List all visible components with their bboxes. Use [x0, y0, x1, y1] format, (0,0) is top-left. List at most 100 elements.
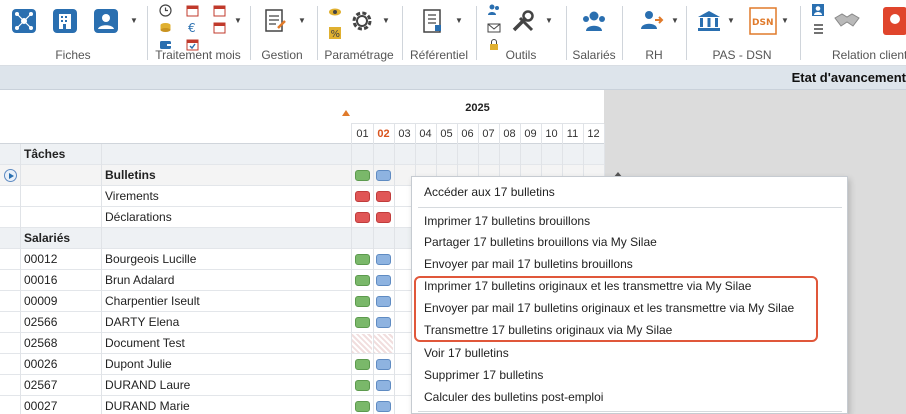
chevron-down-icon[interactable]: ▼ [234, 17, 242, 25]
section-tasks[interactable]: Tâches [0, 144, 604, 165]
eye-icon[interactable] [328, 5, 342, 19]
menu-item-acceder[interactable]: Accéder aux 17 bulletins [424, 182, 555, 202]
status-badge[interactable] [376, 380, 391, 391]
sort-arrow-icon[interactable] [342, 110, 350, 116]
document-edit-icon[interactable] [261, 7, 289, 35]
list-icon[interactable] [811, 22, 825, 36]
status-badge[interactable] [355, 254, 370, 265]
status-badge[interactable] [376, 275, 391, 286]
calendar-icon[interactable] [212, 3, 226, 17]
status-badge[interactable] [376, 296, 391, 307]
menu-item-imprimer-brouillons[interactable]: Imprimer 17 bulletins brouillons [424, 211, 590, 231]
ribbon-group-parametrage: % ▼ Paramétrage [318, 0, 400, 66]
month-header[interactable]: 10 [541, 124, 562, 144]
menu-item-voir[interactable]: Voir 17 bulletins [424, 343, 509, 363]
chevron-down-icon[interactable]: ▼ [298, 17, 306, 25]
chevron-down-icon[interactable]: ▼ [455, 17, 463, 25]
status-badge[interactable] [355, 401, 370, 412]
status-badge[interactable] [376, 317, 391, 328]
month-header[interactable]: 07 [478, 124, 499, 144]
ribbon-group-outils: ▼ Outils [477, 0, 565, 66]
ribbon-group-label: Fiches [55, 48, 91, 62]
grid-header: 2025 01 02 03 04 05 06 07 08 09 10 11 12 [0, 90, 604, 144]
status-badge[interactable] [355, 212, 370, 223]
ribbon-group-referentiel: ▼ Référentiel [403, 0, 475, 66]
month-header[interactable]: 12 [583, 124, 604, 144]
people-icon[interactable] [487, 3, 501, 17]
month-header[interactable]: 02 [373, 124, 394, 144]
page-title-bar: Etat d'avancement [0, 66, 906, 90]
grid-line [101, 144, 102, 414]
status-badge[interactable] [376, 359, 391, 370]
status-badge[interactable] [355, 296, 370, 307]
person-transfer-icon[interactable] [637, 7, 665, 35]
chevron-down-icon[interactable]: ▼ [130, 17, 138, 25]
contact-card-icon[interactable] [811, 3, 825, 17]
month-header[interactable]: 08 [499, 124, 520, 144]
month-header[interactable]: 09 [520, 124, 541, 144]
menu-item-partager-brouillons[interactable]: Partager 17 bulletins brouillons via My … [424, 232, 657, 252]
chevron-down-icon[interactable]: ▼ [727, 17, 735, 25]
employee-card-icon[interactable] [92, 7, 120, 35]
dsn-badge-text: DSN [752, 18, 774, 28]
menu-item-supprimer[interactable]: Supprimer 17 bulletins [424, 365, 543, 385]
network-icon[interactable] [10, 7, 38, 35]
app-logo-icon[interactable] [883, 7, 906, 35]
ribbon-group-relation-client: Relation client [801, 0, 906, 66]
status-badge[interactable] [355, 170, 370, 181]
chevron-down-icon[interactable]: ▼ [671, 17, 679, 25]
status-badge[interactable] [376, 212, 391, 223]
employee-name: DURAND Marie [105, 399, 190, 413]
bank-icon[interactable] [695, 7, 723, 35]
employees-icon[interactable] [580, 7, 608, 35]
month-header[interactable]: 06 [457, 124, 478, 144]
month-header[interactable]: 05 [436, 124, 457, 144]
highlight-annotation [414, 276, 818, 342]
menu-item-envoyer-brouillons[interactable]: Envoyer par mail 17 bulletins brouillons [424, 254, 633, 274]
employee-name: Document Test [105, 336, 185, 350]
percent-icon[interactable]: % [328, 26, 342, 40]
status-badge[interactable] [376, 191, 391, 202]
ribbon-group-gestion: ▼ Gestion [251, 0, 313, 66]
month-header[interactable]: 11 [562, 124, 583, 144]
status-badge[interactable] [355, 359, 370, 370]
tools-icon[interactable] [509, 7, 537, 35]
month-header[interactable]: 04 [415, 124, 436, 144]
calendar-icon[interactable] [212, 20, 226, 34]
clock-icon[interactable] [158, 3, 172, 17]
employee-id: 02568 [24, 336, 58, 350]
status-badge[interactable] [376, 254, 391, 265]
status-badge[interactable] [355, 380, 370, 391]
employee-id: 00012 [24, 252, 58, 266]
menu-item-calculer-post-emploi[interactable]: Calculer des bulletins post-emploi [424, 387, 603, 407]
grid-line [351, 124, 352, 414]
gear-icon[interactable] [348, 7, 376, 35]
status-badge[interactable] [355, 317, 370, 328]
status-badge[interactable] [376, 401, 391, 412]
ribbon-group-label: Relation client [832, 48, 906, 62]
coins-icon[interactable] [158, 20, 172, 34]
calendar-icon[interactable] [185, 3, 199, 17]
month-header[interactable]: 01 [352, 124, 373, 144]
employee-id: 00026 [24, 357, 58, 371]
building-icon[interactable] [51, 7, 79, 35]
task-label: Déclarations [105, 210, 172, 224]
euro-icon[interactable]: € [185, 20, 199, 34]
status-badge[interactable] [355, 191, 370, 202]
employee-name: Dupont Julie [105, 357, 172, 371]
status-badge[interactable] [355, 275, 370, 286]
ribbon-group-label: Outils [505, 48, 537, 62]
status-badge[interactable] [376, 170, 391, 181]
month-header[interactable]: 03 [394, 124, 415, 144]
email-icon[interactable] [487, 21, 501, 35]
chevron-down-icon[interactable]: ▼ [545, 17, 553, 25]
menu-separator [418, 207, 842, 208]
dsn-icon[interactable]: DSN [749, 7, 777, 35]
page-title: Etat d'avancement [791, 70, 906, 85]
book-icon[interactable] [419, 7, 447, 35]
chevron-down-icon[interactable]: ▼ [781, 17, 789, 25]
menu-separator [418, 411, 842, 412]
row-selector-icon[interactable] [4, 169, 17, 182]
chevron-down-icon[interactable]: ▼ [382, 17, 390, 25]
handshake-icon[interactable] [833, 7, 861, 35]
